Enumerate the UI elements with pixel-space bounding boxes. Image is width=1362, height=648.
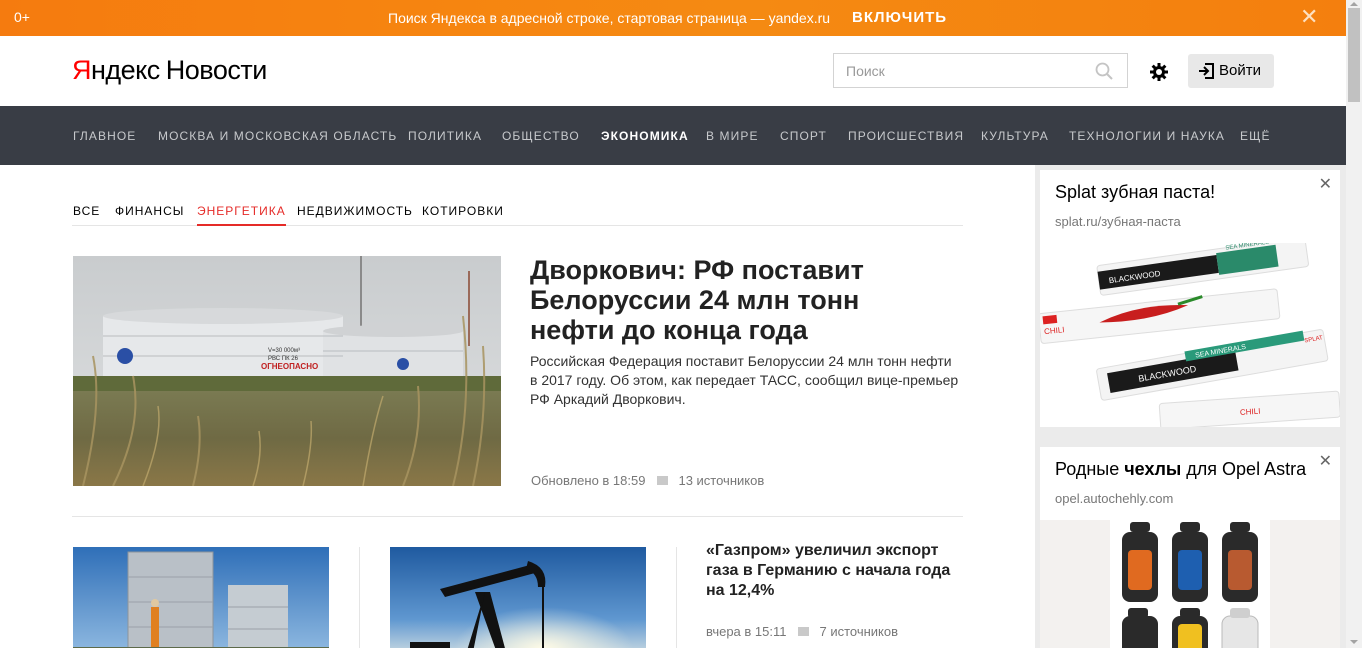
ad-splat[interactable]: Splat зубная паста! splat.ru/зубная-паст… [1040,170,1340,427]
subnav-item-finance[interactable]: ФИНАНСЫ [115,204,184,226]
tank-label-warning: ОГНЕОПАСНО [261,362,318,371]
logo-brand-rest: ндекс [91,55,160,85]
nav-item-more[interactable]: ЕЩЁ [1240,129,1271,143]
nav-item-moscow[interactable]: МОСКВА И МОСКОВСКАЯ ОБЛАСТЬ [158,129,397,143]
ad-title-mid: для [1181,459,1223,479]
sources-icon [798,627,810,636]
second-story-title[interactable]: «Газпром» увеличил экспорт газа в Герман… [706,541,966,601]
second-story-sources[interactable]: 7 источников [819,624,898,639]
story-image-pumpjack[interactable] [390,547,646,648]
ad-title-post: Opel Astra [1222,459,1307,479]
ad-close-icon[interactable]: ✕ [1319,451,1332,471]
logo[interactable]: Яндекс Новости [72,55,267,86]
page: 0+ Поиск Яндекса в адресной строке, стар… [0,0,1362,648]
column-separator [359,547,360,648]
nav-item-economy[interactable]: ЭКОНОМИКА [601,129,689,143]
main-nav: ГЛАВНОЕ МОСКВА И МОСКОВСКАЯ ОБЛАСТЬ ПОЛИ… [0,106,1346,165]
subnav-item-energy[interactable]: ЭНЕРГЕТИКА [197,204,286,226]
product-flavor-2: CHILI [1240,407,1261,417]
promo-message[interactable]: Поиск Яндекса в адресной строке, стартов… [388,10,830,26]
ad-title-text: Splat зубная паста! [1055,182,1216,202]
logo-brand-first: Я [72,55,92,85]
login-icon [1199,63,1214,79]
ad-title[interactable]: Родные чехлы для Opel Astra [1055,459,1306,480]
main-story-meta: Обновлено в 18:59 13 источников [531,473,764,488]
ad-url[interactable]: splat.ru/зубная-паста [1055,214,1181,229]
age-rating: 0+ [14,9,30,25]
header: Яндекс Новости Поиск Войти [0,36,1346,106]
sub-nav: ВСЕ ФИНАНСЫ ЭНЕРГЕТИКА НЕДВИЖИМОСТЬ КОТИ… [72,204,963,226]
nav-item-society[interactable]: ОБЩЕСТВО [502,129,580,143]
second-story-time: вчера в 15:11 [706,624,787,639]
search-icon[interactable] [1095,62,1113,80]
nav-item-sport[interactable]: СПОРТ [780,129,827,143]
promo-bar: 0+ Поиск Яндекса в адресной строке, стар… [0,0,1346,36]
main-story-image[interactable]: V=30 000м³ РВС ПК 26 ОГНЕОПАСНО [73,256,501,486]
ad-car-covers[interactable]: Родные чехлы для Opel Astra opel.autoche… [1040,447,1340,648]
subnav-item-all[interactable]: ВСЕ [73,204,100,226]
nav-item-tech[interactable]: ТЕХНОЛОГИИ И НАУКА [1069,129,1225,143]
nav-item-politics[interactable]: ПОЛИТИКА [408,129,482,143]
login-button[interactable]: Войти [1188,54,1274,88]
main-story-snippet: Российская Федерация поставит Белоруссии… [530,353,959,407]
column-separator [676,547,677,648]
nav-item-main[interactable]: ГЛАВНОЕ [73,129,136,143]
ad-title-pre: Родные [1055,459,1125,479]
nav-item-world[interactable]: В МИРЕ [706,129,759,143]
gear-icon[interactable] [1149,62,1169,82]
login-label: Войти [1219,62,1261,79]
promo-enable-button[interactable]: ВКЛЮЧИТЬ [852,9,947,26]
subnav-item-realty[interactable]: НЕДВИЖИМОСТЬ [297,204,413,226]
page-scrollbar[interactable] [1346,0,1362,648]
story-image-tanks[interactable] [73,547,329,648]
scroll-down-icon[interactable] [1350,640,1358,644]
ad-image-seat-covers[interactable] [1040,520,1340,648]
search-box [833,53,1128,88]
main-story-updated: Обновлено в 18:59 [531,473,646,488]
ad-title-bold: чехлы [1124,459,1182,479]
ad-close-icon[interactable]: ✕ [1319,174,1332,194]
nav-item-culture[interactable]: КУЛЬТУРА [981,129,1049,143]
main-story-title[interactable]: Дворкович: РФ поставит Белоруссии 24 млн… [530,255,950,345]
subnav-item-quotes[interactable]: КОТИРОВКИ [422,204,504,226]
promo-close-icon[interactable]: ✕ [1300,5,1318,29]
search-input[interactable] [834,54,1074,87]
divider [72,516,963,517]
sources-icon [657,476,669,485]
main-story-sources[interactable]: 13 источников [678,473,764,488]
ad-image-toothpaste[interactable]: BLACKWOOD SEA MINERALS CHILI BLACKWOOD S… [1040,243,1340,427]
scrollbar-thumb[interactable] [1348,8,1360,102]
logo-service: Новости [165,55,268,85]
ad-url[interactable]: opel.autochehly.com [1055,491,1173,506]
second-story-meta: вчера в 15:11 7 источников [706,624,898,639]
scroll-up-icon[interactable] [1350,2,1358,6]
ad-title[interactable]: Splat зубная паста! [1055,182,1215,203]
tank-label-volume: V=30 000м³ [268,348,300,354]
nav-item-incidents[interactable]: ПРОИСШЕСТВИЯ [848,129,964,143]
